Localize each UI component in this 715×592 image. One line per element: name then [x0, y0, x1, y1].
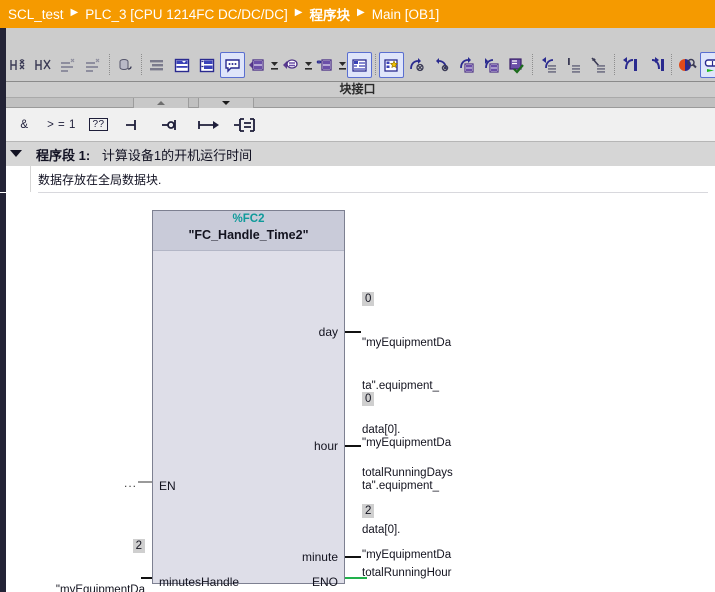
editor-toolbar — [0, 28, 715, 82]
day-pin[interactable]: day — [319, 325, 338, 339]
network-number: 1 — [78, 148, 86, 163]
minute-wire — [345, 556, 361, 558]
fc-call-block[interactable]: %FC2 "FC_Handle_Time2" EN minutesHandle … — [152, 210, 345, 589]
breadcrumb-item-project[interactable]: SCL_test — [8, 7, 64, 22]
minutes-handle-line1: "myEquipmentDa — [55, 583, 145, 592]
day-wire — [345, 331, 361, 333]
en-operand[interactable]: ... — [124, 476, 137, 490]
day-value: 0 — [362, 292, 375, 306]
chevron-up-icon — [157, 101, 165, 105]
favorites-instruction-bar: & > = 1 ?? — [0, 108, 715, 142]
breadcrumb-separator-icon: ▶ — [357, 7, 365, 18]
breadcrumb-item-plc[interactable]: PLC_3 [CPU 1214FC DC/DC/DC] — [85, 7, 288, 22]
toolbar-separator — [372, 54, 379, 76]
insert-branch-icon[interactable] — [56, 52, 81, 78]
network-comment-text[interactable]: 数据存放在全局数据块. — [38, 171, 161, 188]
empty-box-instruction[interactable]: ?? — [81, 111, 116, 138]
jump-to-end-icon[interactable] — [643, 52, 668, 78]
goto-next-error-icon[interactable] — [404, 52, 429, 78]
assignment-instruction[interactable] — [229, 111, 264, 138]
hour-value: 0 — [362, 392, 375, 406]
breadcrumb-separator-icon: ▶ — [294, 7, 303, 18]
align-clear-icon[interactable] — [586, 52, 611, 78]
toolbar-separator — [529, 54, 536, 76]
toolbar-separator — [668, 54, 675, 76]
download-dropdown-icon[interactable] — [270, 52, 279, 78]
reorganize-icon[interactable] — [536, 52, 561, 78]
compare-dropdown-icon[interactable] — [338, 52, 347, 78]
undo-db-icon[interactable] — [113, 52, 138, 78]
ladder-canvas: ... 2 "myEquipmentDa ta".equipment_ data… — [0, 193, 715, 592]
fc-block-number: %FC2 — [232, 213, 265, 225]
bookmark-toggle-icon[interactable] — [379, 52, 404, 78]
show-favorites-icon[interactable] — [347, 52, 372, 78]
fc-block-header: %FC2 "FC_Handle_Time2" — [153, 211, 344, 251]
network-segment-label: 程序段 — [36, 148, 76, 163]
minutes-handle-value: 2 — [132, 539, 145, 553]
minutes-handle-pin[interactable]: minutesHandle — [159, 575, 239, 589]
breadcrumb-separator-icon: ▶ — [70, 7, 79, 18]
block-interface-title: 块接口 — [339, 82, 376, 96]
or-box-instruction[interactable]: > = 1 — [44, 111, 79, 138]
network-comment-row: 数据存放在全局数据块. — [0, 166, 715, 192]
update-inconsistent-blocks-icon[interactable] — [454, 52, 479, 78]
eno-pin[interactable]: ENO — [312, 575, 338, 589]
compile-block-icon[interactable] — [504, 52, 529, 78]
block-interface-bar: 块接口 — [0, 82, 715, 108]
minute-pin[interactable]: minute — [302, 550, 338, 564]
normally-closed-contact[interactable] — [155, 111, 190, 138]
breadcrumb: SCL_test ▶ PLC_3 [CPU 1214FC DC/DC/DC] ▶… — [0, 0, 715, 28]
network-overview-icon[interactable] — [195, 52, 220, 78]
hour-line1: "myEquipmentDa — [362, 436, 452, 449]
en-pin[interactable]: EN — [159, 479, 176, 493]
block-interface-splitter[interactable] — [6, 97, 715, 108]
minute-value: 2 — [362, 504, 375, 518]
canvas-left-edge — [0, 193, 6, 592]
align-vertical-icon[interactable] — [561, 52, 586, 78]
block-interface-scroll-down-button[interactable] — [198, 98, 254, 108]
network-description: 计算设备1的开机运行时间 — [101, 148, 253, 163]
insert-network-before-icon[interactable] — [6, 52, 31, 78]
insert-network-icon[interactable] — [170, 52, 195, 78]
normally-open-contact[interactable] — [118, 111, 153, 138]
search-colors-icon[interactable] — [675, 52, 700, 78]
show-absolute-operands-icon[interactable] — [145, 52, 170, 78]
toolbar-separator — [611, 54, 618, 76]
cut-network-icon[interactable] — [31, 52, 56, 78]
network-header-left-edge — [0, 142, 6, 166]
insert-branch-alt-icon[interactable] — [81, 52, 106, 78]
network-header[interactable]: 程序段 1: 计算设备1的开机运行时间 — [0, 142, 715, 166]
fc-block-name: "FC_Handle_Time2" — [188, 228, 309, 242]
upload-dropdown-icon[interactable] — [304, 52, 313, 78]
chevron-down-icon — [222, 101, 230, 105]
chevron-down-icon[interactable] — [10, 150, 22, 157]
compare-blocks-icon[interactable] — [313, 52, 338, 78]
eno-wire — [345, 577, 367, 579]
output-coil[interactable] — [192, 111, 227, 138]
toolbar-separator — [106, 54, 113, 76]
network-comment-left-edge — [0, 166, 6, 192]
update-interface-icon[interactable] — [479, 52, 504, 78]
empty-box-label: ?? — [89, 118, 108, 131]
minute-line1: "myEquipmentDa — [362, 548, 452, 561]
and-box-instruction[interactable]: & — [7, 111, 42, 138]
download-to-device-icon[interactable] — [245, 52, 270, 78]
upload-from-device-icon[interactable] — [279, 52, 304, 78]
breadcrumb-item-main-ob1[interactable]: Main [OB1] — [372, 7, 440, 22]
day-line1: "myEquipmentDa — [362, 336, 452, 349]
goto-prev-error-icon[interactable] — [429, 52, 454, 78]
network-title: 程序段 1: 计算设备1的开机运行时间 — [36, 145, 252, 164]
hour-wire — [345, 445, 361, 447]
minutes-handle-operand[interactable]: 2 "myEquipmentDa ta".equipment_ data[0].… — [10, 510, 145, 592]
toggle-comment-icon[interactable] — [220, 52, 245, 78]
jump-to-start-icon[interactable] — [618, 52, 643, 78]
network-colon: : — [85, 148, 91, 163]
hour-pin[interactable]: hour — [314, 439, 338, 453]
minute-operand[interactable]: 2 "myEquipmentDa ta".equipment_ data[0].… — [362, 475, 492, 592]
monitoring-on-icon[interactable] — [700, 52, 715, 78]
block-interface-scroll-up-button[interactable] — [133, 98, 189, 108]
network-comment-gutter — [30, 166, 31, 192]
breadcrumb-item-program-blocks[interactable]: 程序块 — [310, 4, 351, 24]
toolbar-separator — [138, 54, 145, 76]
